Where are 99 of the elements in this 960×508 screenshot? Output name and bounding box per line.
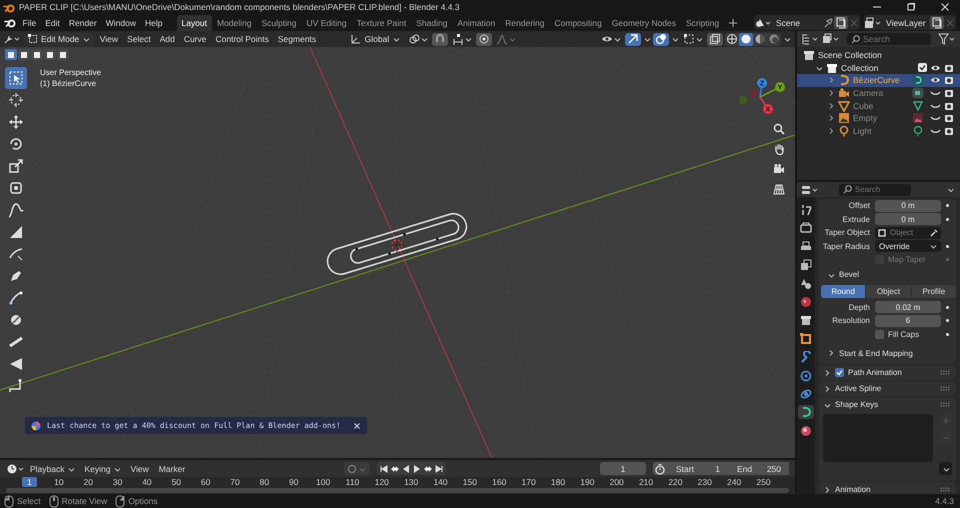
workspace-tab[interactable]: Scripting xyxy=(682,15,724,31)
frame-number: 90 xyxy=(288,477,300,487)
frame-number: 60 xyxy=(200,477,212,487)
outliner-row[interactable]: Camera xyxy=(797,86,960,100)
menu-item[interactable]: Window xyxy=(101,15,140,30)
bevel-mode-button[interactable]: Object xyxy=(866,284,911,298)
subpanel-title[interactable]: Start & End Mapping xyxy=(839,348,913,358)
menu-item[interactable]: Curve xyxy=(180,32,210,46)
item-label: Collection xyxy=(841,62,878,73)
item-label: Empty xyxy=(853,113,878,124)
menu-item[interactable]: Edit xyxy=(40,15,64,30)
status-hint: Options xyxy=(128,496,158,506)
frame-number: 200 xyxy=(609,477,624,487)
item-label: BézierCurve xyxy=(853,75,901,86)
number-field[interactable]: 6 xyxy=(875,314,941,327)
search-field[interactable]: Search xyxy=(847,33,931,45)
workspace-tab[interactable]: Texture Paint xyxy=(352,15,411,31)
outliner-row[interactable]: Cube xyxy=(797,99,960,112)
end-frame-field[interactable]: End 250 xyxy=(729,462,790,475)
checkbox-label: Map Taper xyxy=(888,255,926,264)
status-hint: Rotate View xyxy=(62,496,108,506)
dropdown[interactable]: Override xyxy=(875,240,941,252)
item-label: Light xyxy=(853,126,872,136)
orientation-dropdown[interactable]: Global xyxy=(346,32,404,46)
frame-number: 110 xyxy=(344,477,360,487)
number-field[interactable]: 0.02 m xyxy=(875,301,941,314)
menu-item[interactable]: Add xyxy=(156,32,178,46)
menu-item[interactable]: Select xyxy=(124,32,154,46)
frame-number: 140 xyxy=(433,477,448,487)
frame-number: 40 xyxy=(141,477,153,487)
window-title: PAPER CLIP [C:\Users\MANU\OneDrive\Dokumen\random components blenders\PAPER CLIP.blend] - Blender 4.4.3 xyxy=(19,2,460,12)
menu-item[interactable]: Keying xyxy=(80,462,124,475)
frame-number: 100 xyxy=(316,477,331,487)
field-label: Resolution xyxy=(831,316,870,326)
workspace-tab[interactable]: UV Editing xyxy=(302,15,352,31)
frame-number: 120 xyxy=(374,477,390,487)
frame-number: 70 xyxy=(229,477,241,487)
frame-number: 180 xyxy=(550,477,566,487)
subpanel-title[interactable]: Bevel xyxy=(839,270,860,279)
frame-number: 130 xyxy=(404,477,419,487)
workspace-tab[interactable]: Rendering xyxy=(500,15,550,31)
item-label: Cube xyxy=(853,100,874,111)
menu-item[interactable]: Control Points xyxy=(212,32,272,46)
frame-number: 20 xyxy=(82,477,94,487)
object-field[interactable]: Object xyxy=(875,226,941,239)
workspace-tab[interactable]: Shading xyxy=(412,15,452,31)
menu-item[interactable]: Playback xyxy=(26,462,78,475)
menu-item[interactable]: Render xyxy=(64,15,102,30)
current-frame-field[interactable]: 1 xyxy=(600,462,646,475)
frame-number: 190 xyxy=(580,477,595,487)
frame-number: 220 xyxy=(668,477,683,487)
frame-number: 160 xyxy=(492,477,507,487)
number-field[interactable]: 0 m xyxy=(875,213,941,226)
viewport-info-text: User Perspective xyxy=(40,67,101,78)
workspace-tab[interactable]: Layout xyxy=(176,15,212,31)
frame-number: 250 xyxy=(756,477,771,487)
workspace-tab[interactable]: Compositing xyxy=(550,15,606,31)
frame-number: 50 xyxy=(170,477,182,487)
field-label: Offset xyxy=(848,201,870,210)
menu-item[interactable]: Segments xyxy=(274,32,320,46)
menu-item[interactable]: Help xyxy=(140,15,167,30)
frame-number: 150 xyxy=(462,477,478,487)
mode-dropdown[interactable]: Edit Mode xyxy=(24,32,94,46)
menu-item[interactable]: View xyxy=(96,32,122,46)
outliner-row[interactable]: BézierCurve xyxy=(797,74,960,87)
version-label: 4.4.3 xyxy=(935,496,954,506)
item-label: Camera xyxy=(853,88,884,98)
search-field[interactable]: Search xyxy=(839,184,911,196)
viewport-info-text: (1) BézierCurve xyxy=(40,78,98,89)
frame-number: 210 xyxy=(638,477,654,487)
item-label: Scene Collection xyxy=(818,50,882,60)
number-field[interactable]: 0 m xyxy=(875,200,941,212)
field-label: Depth xyxy=(848,302,870,312)
frame-number: 240 xyxy=(726,477,742,487)
checkbox-label: Fill Caps xyxy=(888,330,920,339)
frame-number: 80 xyxy=(258,477,270,487)
panel-title[interactable]: Shape Keys xyxy=(835,400,878,409)
panel-title[interactable]: Animation xyxy=(835,485,871,494)
workspace-tab[interactable]: Geometry Nodes xyxy=(607,15,681,31)
workspace-tab[interactable]: Modeling xyxy=(212,15,256,31)
start-frame-field[interactable]: Start 1 xyxy=(668,462,728,475)
bevel-mode-button[interactable]: Round xyxy=(821,284,866,298)
frame-number: 230 xyxy=(697,477,712,487)
field-label: Taper Radius xyxy=(822,242,870,251)
frame-number[interactable]: 1 xyxy=(22,477,37,487)
menu-item[interactable]: View xyxy=(126,462,153,475)
outliner-row[interactable]: Light xyxy=(797,124,960,138)
outliner-row[interactable]: Empty xyxy=(797,112,960,125)
workspace-tab[interactable]: Animation xyxy=(452,15,500,31)
frame-number: 170 xyxy=(521,477,536,487)
menu-item[interactable]: Marker xyxy=(154,462,190,475)
menu-item[interactable]: File xyxy=(18,15,41,30)
field-label: Taper Object xyxy=(824,228,870,238)
frame-number: 10 xyxy=(53,477,65,487)
frame-number: 30 xyxy=(112,477,124,487)
status-hint: Select xyxy=(17,496,41,506)
field-label: Extrude xyxy=(841,214,870,224)
bevel-mode-button[interactable]: Profile xyxy=(912,284,956,298)
workspace-tab[interactable]: Sculpting xyxy=(257,15,301,31)
